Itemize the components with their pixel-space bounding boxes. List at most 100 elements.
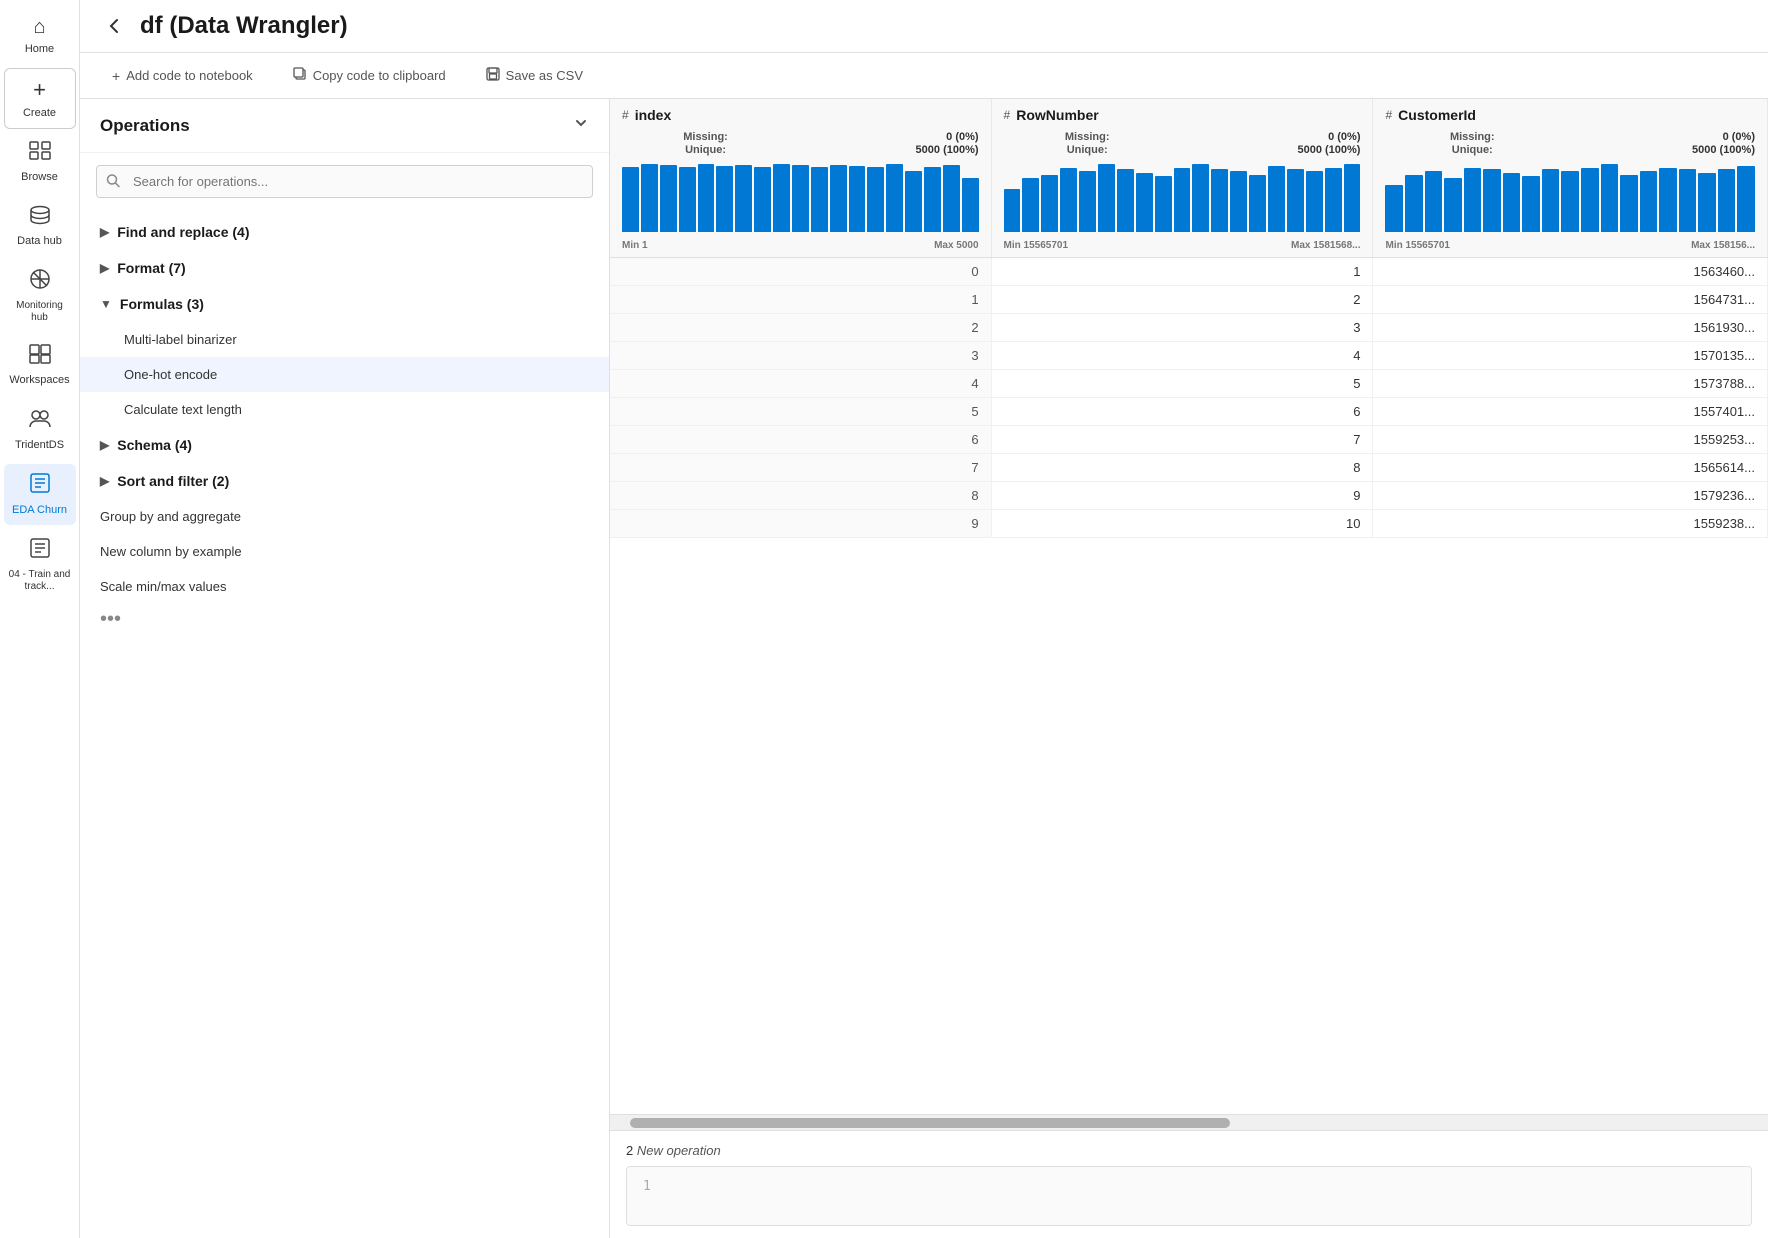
new-op-text: New operation (637, 1143, 721, 1158)
datahub-icon (29, 205, 51, 231)
main-content: df (Data Wrangler) + Add code to noteboo… (80, 0, 1768, 1238)
op-group-format[interactable]: ▶ Format (7) (80, 250, 609, 286)
cell-index: 9 (610, 510, 991, 538)
col-type-numeric-icon-rn: # (1004, 108, 1011, 122)
sidebar-item-create[interactable]: + Create (4, 68, 76, 129)
sidebar-item-datahub[interactable]: Data hub (4, 197, 76, 256)
new-op-number: 2 (626, 1143, 633, 1158)
col-unique-val-rn: 5000 (100%) (1175, 144, 1361, 156)
cell-rownumber: 4 (991, 342, 1373, 370)
cell-rownumber: 10 (991, 510, 1373, 538)
tridentds-icon (28, 407, 52, 435)
horizontal-scrollbar[interactable] (610, 1114, 1768, 1130)
copy-code-button[interactable]: Copy code to clipboard (285, 63, 454, 88)
operations-header: Operations (80, 99, 609, 153)
op-item-multi-label[interactable]: Multi-label binarizer (80, 322, 609, 357)
line-number: 1 (643, 1179, 651, 1194)
cell-rownumber: 2 (991, 286, 1373, 314)
sidebar-label-train: 04 - Train and track... (8, 569, 72, 593)
op-group-find-replace[interactable]: ▶ Find and replace (4) (80, 214, 609, 250)
op-item-more[interactable]: ••• (80, 604, 609, 641)
sidebar-label-edachurn: EDA Churn (12, 504, 67, 517)
col-missing-val-index: 0 (0%) (793, 131, 978, 143)
sidebar-item-home[interactable]: ⌂ Home (4, 8, 76, 64)
sidebar: ⌂ Home + Create Browse Data hub Monitori… (0, 0, 80, 1238)
cell-index: 3 (610, 342, 991, 370)
cell-rownumber: 5 (991, 370, 1373, 398)
search-box (96, 165, 593, 198)
add-code-label: Add code to notebook (126, 68, 253, 83)
operations-title: Operations (100, 116, 190, 136)
copy-code-label: Copy code to clipboard (313, 68, 446, 83)
cell-customerid: 1559253... (1373, 426, 1768, 454)
sidebar-item-train[interactable]: 04 - Train and track... (4, 529, 76, 601)
sidebar-item-browse[interactable]: Browse (4, 133, 76, 192)
data-table-container[interactable]: # index Missing: 0 (0%) Unique: 5000 (10… (610, 99, 1768, 1114)
op-group-formulas[interactable]: ▼ Formulas (3) (80, 286, 609, 322)
sidebar-item-tridentds[interactable]: TridentDS (4, 399, 76, 460)
table-row: 891579236... (610, 482, 1768, 510)
browse-icon (29, 141, 51, 167)
cell-index: 6 (610, 426, 991, 454)
cell-rownumber: 9 (991, 482, 1373, 510)
train-icon (29, 537, 51, 565)
search-input[interactable] (96, 165, 593, 198)
sidebar-item-edachurn[interactable]: EDA Churn (4, 464, 76, 525)
chevron-right-icon: ▶ (100, 225, 109, 239)
sidebar-item-monitoring[interactable]: Monitoring hub (4, 260, 76, 332)
data-table: # index Missing: 0 (0%) Unique: 5000 (10… (610, 99, 1768, 538)
cell-customerid: 1570135... (1373, 342, 1768, 370)
new-op-section: 2 New operation 1 (610, 1130, 1768, 1238)
op-item-new-col-text: New column by example (100, 544, 242, 559)
chart-max-rn: Max 1581568... (1291, 240, 1361, 251)
col-missing-val-ci: 0 (0%) (1563, 131, 1755, 143)
save-csv-label: Save as CSV (506, 68, 583, 83)
col-unique-label-rn: Unique: (1004, 144, 1171, 156)
search-icon (106, 173, 120, 190)
op-item-new-col[interactable]: New column by example (80, 534, 609, 569)
cell-index: 8 (610, 482, 991, 510)
chevron-down-icon-formulas: ▼ (100, 297, 112, 311)
chart-min-index: Min 1 (622, 240, 648, 251)
new-op-label: 2 New operation (626, 1143, 1752, 1158)
op-group-format-label: Format (7) (117, 260, 185, 276)
code-editor[interactable]: 1 (626, 1166, 1752, 1226)
add-code-button[interactable]: + Add code to notebook (104, 64, 261, 88)
op-group-sort-filter[interactable]: ▶ Sort and filter (2) (80, 463, 609, 499)
op-item-one-hot[interactable]: One-hot encode (80, 357, 609, 392)
back-button[interactable] (104, 16, 124, 36)
chart-labels-rn: Min 15565701 Max 1581568... (992, 240, 1373, 257)
cell-rownumber: 8 (991, 454, 1373, 482)
scrollbar-thumb[interactable] (630, 1118, 1230, 1128)
table-row: 231561930... (610, 314, 1768, 342)
op-item-scale-minmax-text: Scale min/max values (100, 579, 226, 594)
cell-rownumber: 3 (991, 314, 1373, 342)
chevron-right-icon-3: ▶ (100, 438, 109, 452)
col-header-index: # index Missing: 0 (0%) Unique: 5000 (10… (610, 99, 991, 258)
op-item-scale-minmax[interactable]: Scale min/max values (80, 569, 609, 604)
collapse-operations-button[interactable] (573, 115, 589, 136)
op-item-group-agg[interactable]: Group by and aggregate (80, 499, 609, 534)
copy-icon (293, 67, 307, 84)
operations-panel: Operations ▶ Find and replace (4) (80, 99, 610, 1238)
sidebar-item-workspaces[interactable]: Workspaces (4, 336, 76, 395)
cell-index: 1 (610, 286, 991, 314)
cell-customerid: 1557401... (1373, 398, 1768, 426)
op-item-calc-text[interactable]: Calculate text length (80, 392, 609, 427)
col-name-customerid: CustomerId (1398, 107, 1476, 123)
sidebar-label-workspaces: Workspaces (9, 374, 69, 387)
col-missing-label-ci: Missing: (1385, 131, 1559, 143)
cell-customerid: 1561930... (1373, 314, 1768, 342)
col-chart-rownumber (992, 160, 1373, 240)
chart-max-ci: Max 158156... (1691, 240, 1755, 251)
table-body: 011563460...121564731...231561930...3415… (610, 258, 1768, 538)
table-row: 341570135... (610, 342, 1768, 370)
cell-index: 2 (610, 314, 991, 342)
col-missing-label-index: Missing: (622, 131, 789, 143)
col-unique-label-ci: Unique: (1385, 144, 1559, 156)
chart-labels-ci: Min 15565701 Max 158156... (1373, 240, 1767, 257)
cell-rownumber: 6 (991, 398, 1373, 426)
op-group-schema[interactable]: ▶ Schema (4) (80, 427, 609, 463)
chart-max-index: Max 5000 (934, 240, 978, 251)
save-csv-button[interactable]: Save as CSV (478, 63, 591, 88)
